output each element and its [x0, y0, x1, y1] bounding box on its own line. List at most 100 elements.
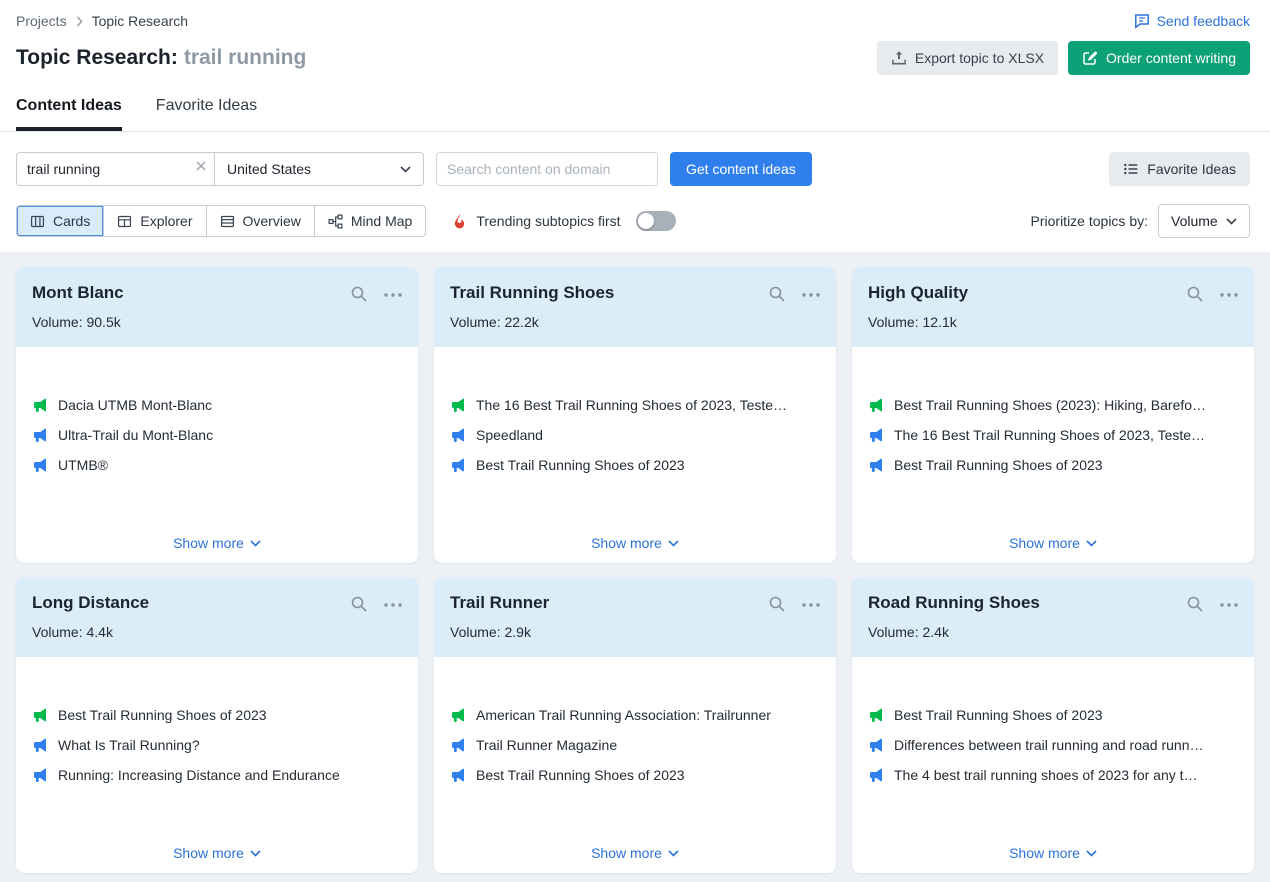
- country-select[interactable]: United States: [214, 152, 424, 186]
- prioritize-value: Volume: [1171, 213, 1218, 229]
- send-feedback-link[interactable]: Send feedback: [1134, 13, 1250, 29]
- headline-text: Best Trail Running Shoes of 2023: [476, 767, 685, 783]
- volume-label: Volume:: [32, 624, 83, 640]
- megaphone-icon: [868, 397, 884, 413]
- headline-item[interactable]: Differences between trail running and ro…: [868, 730, 1238, 760]
- trending-label: Trending subtopics first: [476, 213, 620, 229]
- view-cards[interactable]: Cards: [17, 206, 103, 236]
- tab-favorite-ideas[interactable]: Favorite Ideas: [156, 97, 257, 131]
- card-search-button[interactable]: [768, 283, 786, 305]
- breadcrumb-projects[interactable]: Projects: [16, 13, 67, 29]
- headline-item[interactable]: Speedland: [450, 420, 820, 450]
- toggle-knob: [638, 213, 654, 229]
- card-search-button[interactable]: [1186, 283, 1204, 305]
- prioritize-select[interactable]: Volume: [1158, 204, 1250, 238]
- headline-text: Best Trail Running Shoes of 2023: [58, 707, 267, 723]
- topic-card-header: Long Distance Volume: 4.4k: [16, 577, 418, 657]
- ellipsis-icon: [802, 603, 820, 607]
- headline-text: Best Trail Running Shoes of 2023: [894, 707, 1103, 723]
- card-menu-button[interactable]: [1220, 290, 1238, 299]
- topic-card-title[interactable]: Mont Blanc: [32, 283, 124, 303]
- headline-item[interactable]: Best Trail Running Shoes of 2023: [868, 450, 1238, 480]
- show-more-button[interactable]: Show more: [173, 535, 261, 551]
- ellipsis-icon: [384, 293, 402, 297]
- headline-item[interactable]: The 16 Best Trail Running Shoes of 2023,…: [868, 420, 1238, 450]
- topic-card-header: Trail Running Shoes Volume: 22.2k: [434, 267, 836, 347]
- show-more-button[interactable]: Show more: [591, 535, 679, 551]
- headline-item[interactable]: Best Trail Running Shoes (2023): Hiking,…: [868, 390, 1238, 420]
- megaphone-icon: [868, 707, 884, 723]
- topic-search-input[interactable]: [16, 152, 214, 186]
- order-content-writing-button[interactable]: Order content writing: [1068, 41, 1250, 75]
- headline-item[interactable]: Best Trail Running Shoes of 2023: [450, 760, 820, 790]
- card-menu-button[interactable]: [1220, 600, 1238, 609]
- trending-toggle[interactable]: [636, 211, 676, 231]
- card-menu-button[interactable]: [802, 600, 820, 609]
- headline-item[interactable]: The 16 Best Trail Running Shoes of 2023,…: [450, 390, 820, 420]
- topic-card-title[interactable]: Long Distance: [32, 593, 149, 613]
- clear-input-icon[interactable]: [196, 161, 206, 171]
- headline-item[interactable]: What Is Trail Running?: [32, 730, 402, 760]
- search-icon: [768, 285, 786, 303]
- header-actions: Export topic to XLSX Order content writi…: [877, 41, 1250, 75]
- topic-card-title[interactable]: Road Running Shoes: [868, 593, 1040, 613]
- card-menu-button[interactable]: [384, 290, 402, 299]
- topic-card-header: Mont Blanc Volume: 90.5k: [16, 267, 418, 347]
- tab-content-ideas[interactable]: Content Ideas: [16, 97, 122, 131]
- topic-card-title[interactable]: Trail Running Shoes: [450, 283, 614, 303]
- domain-search-input[interactable]: [436, 152, 658, 186]
- card-search-button[interactable]: [768, 593, 786, 615]
- show-more-button[interactable]: Show more: [1009, 535, 1097, 551]
- topic-card-body: American Trail Running Association: Trai…: [434, 657, 836, 873]
- view-mind-map[interactable]: Mind Map: [314, 206, 425, 236]
- flame-icon: [452, 213, 467, 230]
- chevron-down-icon: [668, 850, 679, 857]
- headline-text: UTMB®: [58, 457, 108, 473]
- show-more-button[interactable]: Show more: [1009, 845, 1097, 861]
- search-bar: United States Get content ideas Favorite…: [16, 152, 1250, 186]
- favorite-ideas-button[interactable]: Favorite Ideas: [1109, 152, 1250, 186]
- view-overview[interactable]: Overview: [206, 206, 314, 236]
- headline-text: The 16 Best Trail Running Shoes of 2023,…: [894, 427, 1205, 443]
- headline-item[interactable]: Best Trail Running Shoes of 2023: [32, 700, 402, 730]
- headline-item[interactable]: Best Trail Running Shoes of 2023: [868, 700, 1238, 730]
- prioritize-label: Prioritize topics by:: [1031, 213, 1148, 229]
- order-content-writing-label: Order content writing: [1106, 50, 1236, 66]
- topic-card: Road Running Shoes Volume: 2.4k Best Tra…: [852, 577, 1254, 873]
- view-explorer[interactable]: Explorer: [103, 206, 205, 236]
- headline-item[interactable]: American Trail Running Association: Trai…: [450, 700, 820, 730]
- cards-section: Mont Blanc Volume: 90.5k Dacia UTMB Mont…: [0, 252, 1270, 882]
- topic-card-title[interactable]: High Quality: [868, 283, 968, 303]
- card-menu-button[interactable]: [384, 600, 402, 609]
- megaphone-icon: [32, 457, 48, 473]
- card-search-button[interactable]: [350, 283, 368, 305]
- headline-list: Dacia UTMB Mont-Blanc Ultra-Trail du Mon…: [32, 390, 402, 480]
- get-content-ideas-button[interactable]: Get content ideas: [670, 152, 812, 186]
- headline-item[interactable]: The 4 best trail running shoes of 2023 f…: [868, 760, 1238, 790]
- topic-volume: Volume: 90.5k: [32, 314, 402, 330]
- card-search-button[interactable]: [350, 593, 368, 615]
- list-icon: [1123, 161, 1139, 177]
- page-title: Topic Research:trail running: [16, 46, 306, 70]
- topic-volume: Volume: 2.4k: [868, 624, 1238, 640]
- chevron-down-icon: [250, 850, 261, 857]
- headline-list: American Trail Running Association: Trai…: [450, 700, 820, 790]
- headline-item[interactable]: UTMB®: [32, 450, 402, 480]
- headline-item[interactable]: Dacia UTMB Mont-Blanc: [32, 390, 402, 420]
- card-search-button[interactable]: [1186, 593, 1204, 615]
- chevron-down-icon: [1086, 540, 1097, 547]
- export-xlsx-label: Export topic to XLSX: [915, 50, 1044, 66]
- topic-card-title[interactable]: Trail Runner: [450, 593, 549, 613]
- headline-text: The 4 best trail running shoes of 2023 f…: [894, 767, 1198, 783]
- headline-item[interactable]: Trail Runner Magazine: [450, 730, 820, 760]
- headline-item[interactable]: Ultra-Trail du Mont-Blanc: [32, 420, 402, 450]
- show-more-button[interactable]: Show more: [173, 845, 261, 861]
- show-more-button[interactable]: Show more: [591, 845, 679, 861]
- export-xlsx-button[interactable]: Export topic to XLSX: [877, 41, 1058, 75]
- card-menu-button[interactable]: [802, 290, 820, 299]
- topic-card-body: Dacia UTMB Mont-Blanc Ultra-Trail du Mon…: [16, 347, 418, 563]
- volume-value: 2.9k: [504, 624, 530, 640]
- headline-item[interactable]: Running: Increasing Distance and Enduran…: [32, 760, 402, 790]
- headline-item[interactable]: Best Trail Running Shoes of 2023: [450, 450, 820, 480]
- headline-list: Best Trail Running Shoes (2023): Hiking,…: [868, 390, 1238, 480]
